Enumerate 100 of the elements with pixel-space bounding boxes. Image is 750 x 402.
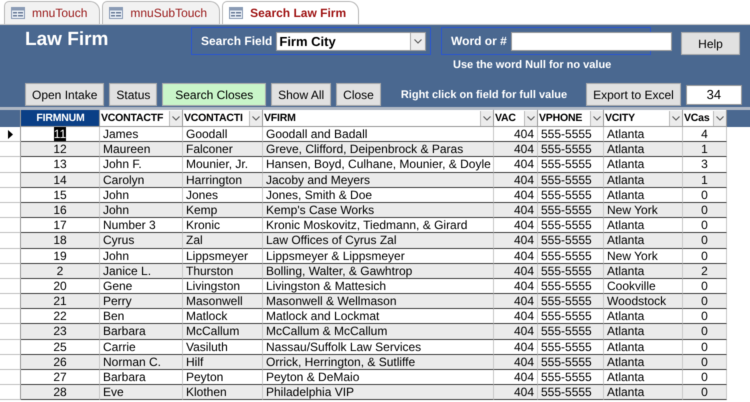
search-field-dropdown[interactable]: Firm City bbox=[276, 32, 426, 50]
table-cell: 27 bbox=[21, 370, 100, 386]
table-cell: 555-5555 bbox=[538, 157, 604, 173]
table-cell: John F. bbox=[100, 157, 183, 173]
table-cell: Carolyn bbox=[100, 172, 183, 188]
table-cell: Atlanta bbox=[604, 385, 683, 400]
table-cell: Philadelphia VIP bbox=[263, 385, 494, 400]
table-cell: 21 bbox=[21, 294, 100, 310]
column-header[interactable]: VCONTACTF bbox=[100, 110, 183, 127]
table-cell: Jones, Smith & Doe bbox=[263, 188, 494, 203]
column-header[interactable]: VCONTACTI bbox=[183, 110, 263, 127]
table-cell: 404 bbox=[494, 340, 538, 355]
table-cell: 555-5555 bbox=[538, 188, 604, 203]
table-cell: Thurston bbox=[183, 264, 263, 279]
table-cell: 11 bbox=[21, 127, 100, 142]
chevron-down-icon bbox=[252, 116, 260, 120]
chevron-down-icon bbox=[716, 116, 724, 120]
table-cell: Gene bbox=[100, 278, 183, 294]
table-cell: 13 bbox=[21, 157, 100, 173]
table-cell: 0 bbox=[683, 218, 727, 234]
column-header[interactable]: FIRMNUM bbox=[21, 110, 100, 127]
action-button[interactable]: Status bbox=[109, 83, 158, 106]
column-header[interactable]: VFIRM bbox=[263, 110, 494, 127]
table-cell: Ben bbox=[100, 309, 183, 324]
table-cell: Barbara bbox=[100, 324, 183, 340]
document-tab[interactable]: mnuTouch bbox=[4, 1, 100, 24]
table-cell: 18 bbox=[21, 233, 100, 248]
table-cell: 555-5555 bbox=[538, 324, 604, 340]
table-cell: 14 bbox=[21, 172, 100, 188]
table-cell: Lippsmeyer & Lippsmeyer bbox=[263, 248, 494, 264]
document-tab[interactable]: mnuSubTouch bbox=[102, 1, 220, 24]
table-cell: New York bbox=[604, 248, 683, 264]
table-cell: 26 bbox=[21, 354, 100, 370]
table-cell: 555-5555 bbox=[538, 354, 604, 370]
table-cell: Kronic Moskovitz, Tiedmann, & Girard bbox=[263, 218, 494, 234]
table-cell: Masonwell bbox=[183, 294, 263, 310]
table-cell: New York bbox=[604, 202, 683, 218]
action-button[interactable]: Show All bbox=[271, 83, 332, 106]
table-cell: 19 bbox=[21, 248, 100, 264]
table-cell: Cookville bbox=[604, 278, 683, 294]
action-button[interactable]: Close bbox=[336, 83, 381, 106]
column-header[interactable]: VAC bbox=[494, 110, 538, 127]
chevron-down-icon bbox=[672, 116, 680, 120]
chevron-down-icon bbox=[414, 38, 422, 44]
word-field-label: Word or # bbox=[451, 34, 507, 48]
table-cell: 404 bbox=[494, 202, 538, 218]
table-cell: Livingston bbox=[183, 278, 263, 294]
table-cell: Norman C. bbox=[100, 354, 183, 370]
document-tab[interactable]: Search Law Firm bbox=[222, 1, 360, 24]
table-cell: 2 bbox=[21, 264, 100, 279]
export-button[interactable]: Export to Excel bbox=[586, 83, 681, 106]
table-cell: Carrie bbox=[100, 340, 183, 355]
table-cell: Atlanta bbox=[604, 264, 683, 279]
table-cell: Zal bbox=[183, 233, 263, 248]
table-cell: 404 bbox=[494, 294, 538, 310]
table-cell: 555-5555 bbox=[538, 309, 604, 324]
table-cell: Perry bbox=[100, 294, 183, 310]
table-cell: 12 bbox=[21, 142, 100, 158]
table-cell: McCallum bbox=[183, 324, 263, 340]
action-button[interactable]: Search Closes bbox=[162, 83, 266, 106]
table-cell: Goodall and Badall bbox=[263, 127, 494, 142]
column-header[interactable]: VPHONE bbox=[538, 110, 604, 127]
table-cell: 0 bbox=[683, 354, 727, 370]
table-cell: Atlanta bbox=[604, 172, 683, 188]
column-header[interactable]: VCas bbox=[683, 110, 727, 127]
table-cell: 25 bbox=[21, 340, 100, 355]
table-cell: 1 bbox=[683, 142, 727, 158]
table-cell: Atlanta bbox=[604, 127, 683, 142]
note-text: Right click on field for full value bbox=[400, 88, 568, 100]
table-cell: John bbox=[100, 248, 183, 264]
table-cell: 2 bbox=[683, 264, 727, 279]
table-cell: Atlanta bbox=[604, 233, 683, 248]
table-cell: 404 bbox=[494, 127, 538, 142]
table-cell: Orrick, Herrington, & Sutliffe bbox=[263, 354, 494, 370]
row-selector[interactable] bbox=[0, 127, 21, 142]
table-cell: John bbox=[100, 202, 183, 218]
table-cell: Masonwell & Wellmason bbox=[263, 294, 494, 310]
table-cell: Matlock bbox=[183, 309, 263, 324]
table-cell: Kemp bbox=[183, 202, 263, 218]
table-cell: Atlanta bbox=[604, 354, 683, 370]
table-cell: Matlock and Lockmat bbox=[263, 309, 494, 324]
action-button[interactable]: Open Intake bbox=[25, 83, 104, 106]
table-cell: 555-5555 bbox=[538, 248, 604, 264]
table-cell: Atlanta bbox=[604, 188, 683, 203]
table-cell: Atlanta bbox=[604, 157, 683, 173]
table-cell: 0 bbox=[683, 278, 727, 294]
table-cell: Jacoby and Meyers bbox=[263, 172, 494, 188]
hint-text: Use the word Null for no value bbox=[453, 59, 612, 73]
table-cell: 404 bbox=[494, 385, 538, 400]
table-cell: James bbox=[100, 127, 183, 142]
table-cell: 555-5555 bbox=[538, 370, 604, 386]
form-title: Law Firm bbox=[25, 28, 110, 51]
help-button[interactable]: Help bbox=[681, 32, 740, 55]
form-icon bbox=[11, 7, 25, 19]
table-cell: 20 bbox=[21, 278, 100, 294]
table-cell: Peyton & DeMaio bbox=[263, 370, 494, 386]
table-cell: 17 bbox=[21, 218, 100, 234]
table-cell: Number 3 bbox=[100, 218, 183, 234]
column-header[interactable]: VCITY bbox=[604, 110, 683, 127]
word-input-field[interactable] bbox=[510, 32, 672, 50]
